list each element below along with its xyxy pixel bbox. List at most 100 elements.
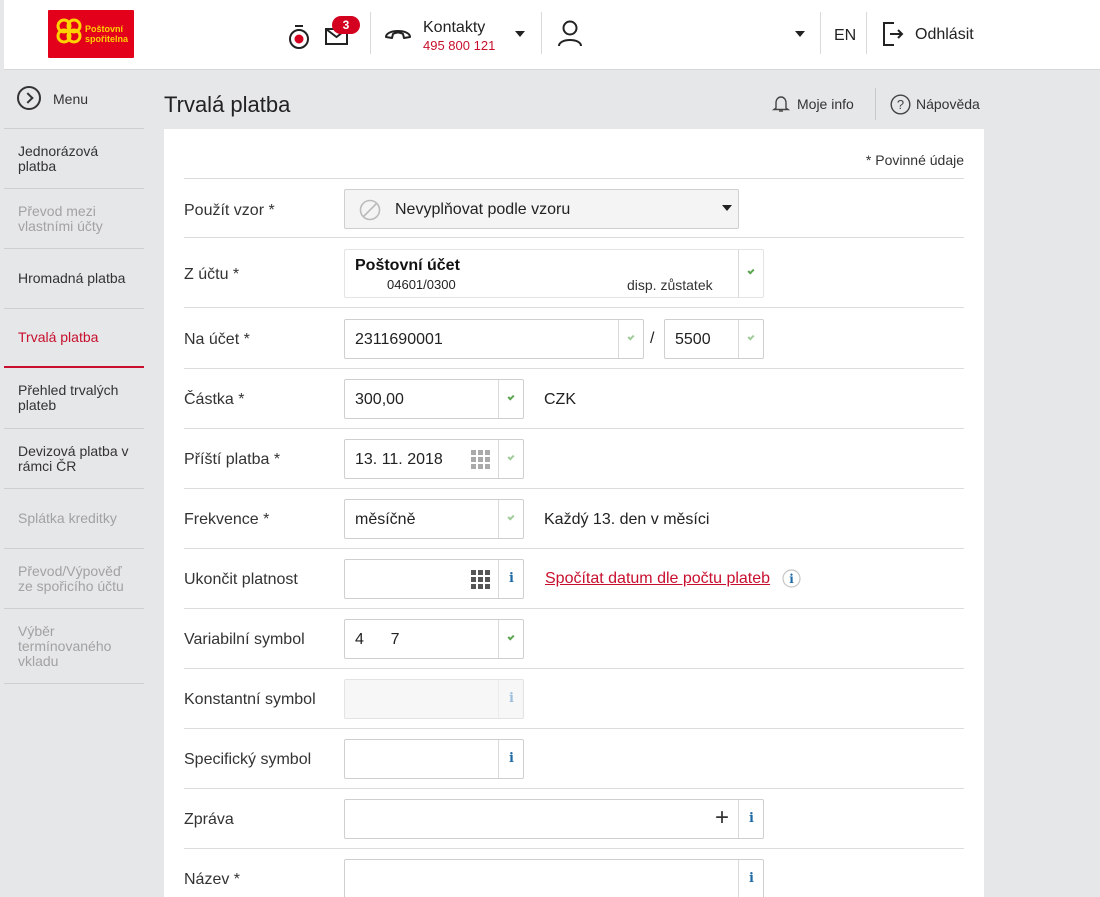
sidebar-item-devizova-platba[interactable]: Devizová platba v rámci ČR xyxy=(4,428,144,488)
name-input[interactable]: i xyxy=(344,859,764,897)
sidebar-item-trvala-platba[interactable]: Trvalá platba xyxy=(4,308,144,368)
top-bar: Poštovní spořitelna 3 Kontakty 495 800 1… xyxy=(4,0,1100,70)
prohibited-icon xyxy=(359,199,381,221)
name-label: Název * xyxy=(184,871,241,888)
menu-toggle[interactable]: Menu xyxy=(4,70,144,128)
sidebar-item-label: Splátka kreditky xyxy=(18,510,117,526)
row-divider xyxy=(184,548,964,549)
clover-logo-icon xyxy=(56,18,82,44)
amount-label: Částka * xyxy=(184,391,245,408)
phone-icon xyxy=(385,30,411,39)
end-validity-date-input[interactable]: i xyxy=(344,559,524,599)
account-separator: / xyxy=(650,330,655,347)
row-divider xyxy=(184,307,964,308)
sidebar-item-hromadna-platba[interactable]: Hromadná platba xyxy=(4,248,144,308)
specific-symbol-info-button[interactable]: i xyxy=(498,740,523,778)
template-select[interactable]: Nevyplňovat podle vzoru xyxy=(344,189,739,229)
logo-text: Poštovní spořitelna xyxy=(85,24,128,44)
sidebar-item-label: Hromadná platba xyxy=(18,270,126,286)
bell-icon[interactable] xyxy=(772,95,790,113)
notification-badge: 3 xyxy=(332,16,360,34)
sidebar-item-label: Jednorázová platba xyxy=(18,142,99,174)
user-icon[interactable] xyxy=(557,19,583,47)
constant-symbol-input[interactable]: i xyxy=(344,679,524,719)
variable-symbol-input[interactable]: 4 7 xyxy=(344,619,524,659)
from-account-valid-indicator xyxy=(738,250,763,297)
payment-form-card: * Povinné údaje Použít vzor * Nevyplňova… xyxy=(164,129,984,897)
sidebar-item-jednorazova-platba[interactable]: Jednorázová platba xyxy=(4,128,144,188)
contacts-label[interactable]: Kontakty xyxy=(423,19,485,37)
message-info-button[interactable]: i xyxy=(738,800,763,838)
constant-symbol-label: Konstantní symbol xyxy=(184,691,316,708)
add-message-plus-icon[interactable]: + xyxy=(715,804,729,832)
row-divider xyxy=(184,788,964,789)
info-icon: i xyxy=(749,811,754,826)
row-divider xyxy=(184,488,964,489)
check-icon xyxy=(507,393,515,401)
next-payment-label: Příští platba * xyxy=(184,451,281,468)
calendar-icon[interactable] xyxy=(471,570,490,589)
message-input[interactable]: + i xyxy=(344,799,764,839)
page-title: Trvalá platba xyxy=(164,92,291,117)
contacts-dropdown-chevron-icon[interactable] xyxy=(515,31,525,37)
frequency-select[interactable]: měsíčně xyxy=(344,499,524,539)
variable-symbol-value: 4 7 xyxy=(355,631,400,648)
row-divider xyxy=(184,368,964,369)
logout-button[interactable]: Odhlásit xyxy=(915,26,974,44)
frequency-label: Frekvence * xyxy=(184,511,270,528)
bank-code-valid-indicator xyxy=(738,320,763,358)
sidebar-item-splatka-kreditky[interactable]: Splátka kreditky xyxy=(4,488,144,548)
timer-icon[interactable] xyxy=(287,24,311,50)
end-validity-info-button[interactable]: i xyxy=(498,560,523,598)
sidebar-item-label: Trvalá platba xyxy=(18,329,99,345)
chevron-right-circle-icon xyxy=(17,86,41,110)
check-icon xyxy=(627,333,635,341)
name-info-button[interactable]: i xyxy=(738,860,763,897)
amount-input[interactable]: 300,00 xyxy=(344,379,524,419)
help-icon[interactable]: ? xyxy=(890,94,911,115)
napoveda-link[interactable]: Nápověda xyxy=(916,96,980,112)
sidebar-item-label: Přehled trvalých plateb xyxy=(18,382,119,413)
next-payment-value: 13. 11. 2018 xyxy=(355,451,443,468)
header-divider xyxy=(541,12,542,54)
moje-info-link[interactable]: Moje info xyxy=(797,96,854,112)
chevron-down-icon xyxy=(722,205,732,211)
logo-text-line2: spořitelna xyxy=(85,34,129,44)
logout-icon[interactable] xyxy=(881,21,905,47)
svg-text:i: i xyxy=(789,572,794,586)
from-account-label: Z účtu * xyxy=(184,266,240,283)
row-divider xyxy=(184,728,964,729)
sidebar-item-prevod-mezi-ucty[interactable]: Převod mezi vlastními účty xyxy=(4,188,144,248)
sidebar-item-prehled-trvalych-plateb[interactable]: Přehled trvalých plateb xyxy=(4,368,144,428)
svg-text:?: ? xyxy=(897,97,904,112)
to-account-valid-indicator xyxy=(618,320,643,358)
sidebar-item-label: Převod/Výpověď ze spořicího účtu xyxy=(18,562,124,594)
end-validity-label: Ukončit platnost xyxy=(184,571,298,588)
variable-symbol-valid-indicator xyxy=(498,620,523,658)
message-label: Zpráva xyxy=(184,811,234,828)
required-fields-note: * Povinné údaje xyxy=(865,152,964,168)
sidebar-item-vyber-terminovaneho-vkladu[interactable]: Výběr termínovaného vkladu xyxy=(4,608,144,683)
constant-symbol-info-button[interactable]: i xyxy=(498,680,523,718)
header-divider xyxy=(370,12,371,54)
info-circle-icon[interactable]: i xyxy=(782,569,801,588)
next-payment-valid-indicator xyxy=(498,440,523,478)
row-divider xyxy=(184,608,964,609)
template-label: Použít vzor * xyxy=(184,202,275,219)
user-dropdown-chevron-icon[interactable] xyxy=(795,31,805,37)
bank-code-input[interactable]: 5500 xyxy=(664,319,764,359)
next-payment-date-input[interactable]: 13. 11. 2018 xyxy=(344,439,524,479)
specific-symbol-input[interactable]: i xyxy=(344,739,524,779)
sidebar: Menu Jednorázová platba Převod mezi vlas… xyxy=(4,70,144,684)
calculate-end-date-link[interactable]: Spočítat datum dle počtu plateb xyxy=(545,570,770,588)
from-account-select[interactable]: Poštovní účet 04601/0300 disp. zůstatek xyxy=(344,249,764,298)
bank-logo[interactable]: Poštovní spořitelna xyxy=(48,10,134,58)
language-switch[interactable]: EN xyxy=(834,27,856,45)
available-balance-label: disp. zůstatek xyxy=(627,277,713,293)
from-account-number: 04601/0300 xyxy=(387,277,456,292)
sidebar-item-prevod-sporici-ucet[interactable]: Převod/Výpověď ze spořicího účtu xyxy=(4,548,144,608)
calendar-icon[interactable] xyxy=(471,450,490,469)
to-account-number-input[interactable]: 2311690001 xyxy=(344,319,644,359)
to-account-number-value: 2311690001 xyxy=(355,331,443,348)
info-icon: i xyxy=(509,691,514,706)
